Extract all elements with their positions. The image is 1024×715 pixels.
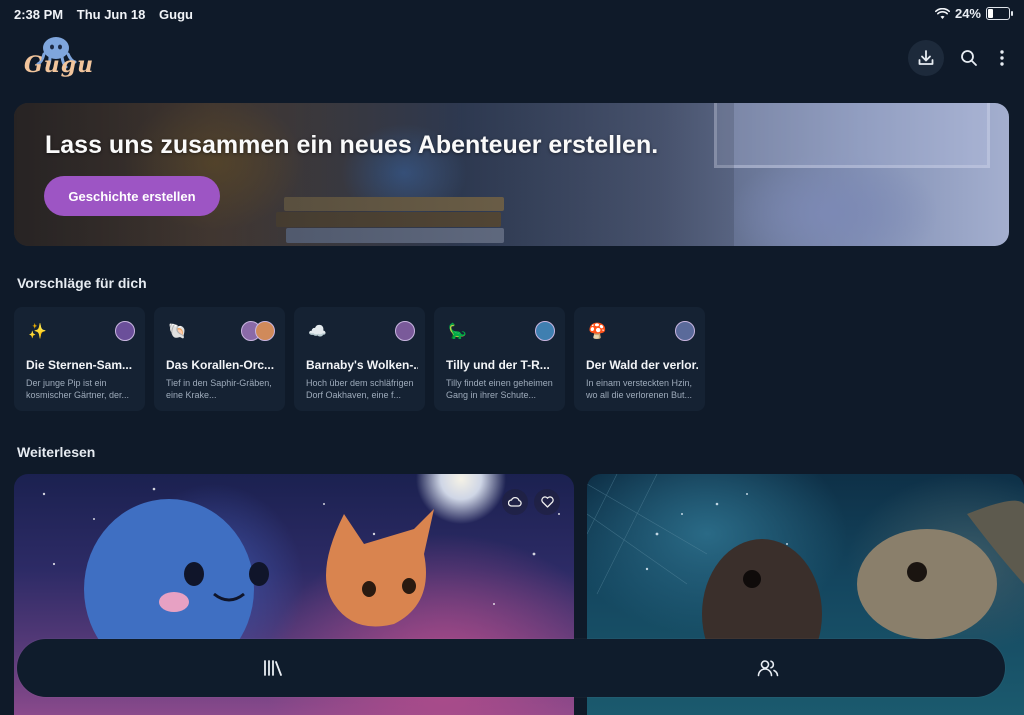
shell-icon: 🐚 <box>168 323 187 340</box>
status-date: Thu Jun 18 <box>76 7 146 22</box>
suggestion-card[interactable]: 🦕 Tilly und der T-R... Tilly findet eine… <box>434 307 565 411</box>
more-vertical-icon <box>1000 50 1004 66</box>
card-title: Die Sternen-Sam... <box>26 358 133 372</box>
dinosaur-icon: 🦕 <box>448 323 467 340</box>
suggestion-card[interactable]: ✨ Die Sternen-Sam... Der junge Pip ist e… <box>14 307 145 411</box>
bottom-navigation <box>17 639 1005 697</box>
avatar <box>255 321 275 341</box>
card-avatars <box>535 321 555 341</box>
hero-title: Lass uns zusammen ein neues Abenteuer er… <box>45 131 659 159</box>
card-description: In einam versteckten Hzin, wo all die ve… <box>586 378 693 400</box>
card-title: Tilly und der T-R... <box>446 358 550 372</box>
header-actions <box>908 40 1010 76</box>
continue-reading-title: Weiterlesen <box>17 444 96 460</box>
card-description: Tilly findet einen geheimen Gang in ihre… <box>446 378 553 400</box>
app-logo-text: Gugu <box>24 52 95 78</box>
suggestions-title: Vorschläge für dich <box>17 275 147 291</box>
wifi-icon <box>934 7 950 19</box>
search-icon <box>961 50 977 66</box>
suggestion-card[interactable]: 🍄 Der Wald der verlor... In einam verste… <box>574 307 705 411</box>
avatar <box>395 321 415 341</box>
status-left: 2:38 PM Thu Jun 18 Gugu <box>14 7 203 22</box>
card-title: Barnaby's Wolken-... <box>306 358 418 372</box>
card-description: Hoch über dem schläfrigen Dorf Oakhaven,… <box>306 378 414 400</box>
avatar <box>535 321 555 341</box>
status-time: 2:38 PM <box>14 7 64 22</box>
card-title: Der Wald der verlor... <box>586 358 698 372</box>
status-bar: 2:38 PM Thu Jun 18 Gugu 24% <box>0 0 1024 28</box>
hero-banner: Lass uns zusammen ein neues Abenteuer er… <box>14 103 1009 246</box>
avatar <box>115 321 135 341</box>
suggestion-card[interactable]: 🐚 Das Korallen-Orc... Tief in den Saphir… <box>154 307 285 411</box>
card-avatars <box>241 321 275 341</box>
library-icon <box>264 660 282 676</box>
nav-library[interactable] <box>243 639 303 697</box>
suggestion-card[interactable]: ☁️ Barnaby's Wolken-... Hoch über dem sc… <box>294 307 425 411</box>
battery-icon <box>986 7 1013 20</box>
card-description: Tief in den Saphir-Gräben, eine Krake... <box>166 378 272 400</box>
avatar <box>675 321 695 341</box>
card-avatars <box>115 321 135 341</box>
cloud-icon: ☁️ <box>308 323 327 340</box>
status-app-name: Gugu <box>159 7 193 22</box>
heart-icon <box>540 496 554 508</box>
download-button[interactable] <box>908 40 944 76</box>
search-button[interactable] <box>954 40 984 76</box>
battery-percent: 24% <box>954 6 981 21</box>
mushroom-icon: 🍄 <box>588 323 607 340</box>
more-button[interactable] <box>994 40 1010 76</box>
nav-community[interactable] <box>738 639 798 697</box>
favorite-button[interactable] <box>534 489 560 515</box>
sparkles-icon: ✨ <box>28 323 47 340</box>
card-description: Der junge Pip ist ein kosmischer Gärtner… <box>26 378 130 400</box>
create-story-button[interactable]: Geschichte erstellen <box>44 176 220 216</box>
card-avatars <box>395 321 415 341</box>
sync-button[interactable] <box>502 489 528 515</box>
people-icon <box>757 660 779 677</box>
card-title: Das Korallen-Orc... <box>166 358 275 372</box>
cloud-sync-icon <box>508 496 522 507</box>
status-right: 24% <box>934 6 1013 21</box>
book-actions <box>502 489 560 515</box>
suggestions-list: ✨ Die Sternen-Sam... Der junge Pip ist e… <box>14 307 705 411</box>
card-avatars <box>675 321 695 341</box>
download-icon <box>918 50 934 65</box>
hero-window-decoration <box>714 103 990 168</box>
